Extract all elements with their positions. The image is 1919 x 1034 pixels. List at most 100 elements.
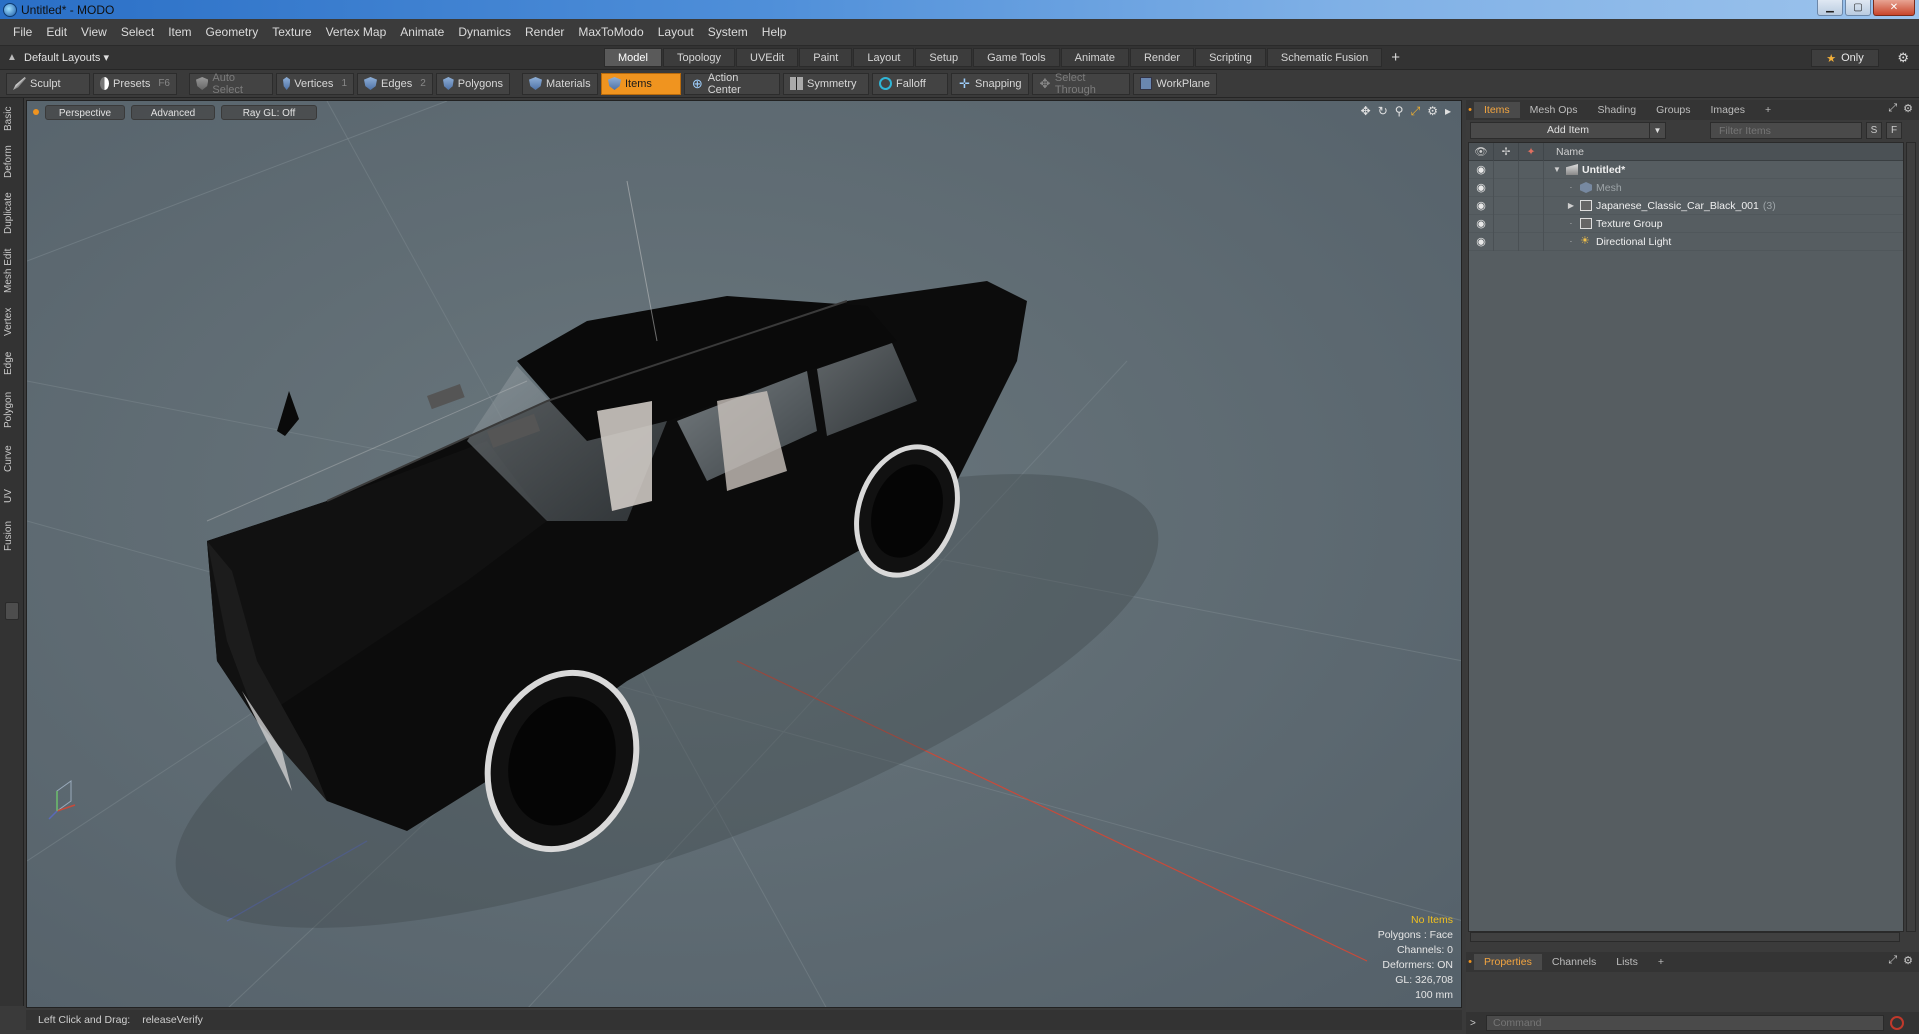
eye-icon[interactable]: ◉ bbox=[1469, 178, 1494, 197]
menu-render[interactable]: Render bbox=[518, 25, 571, 39]
collapse-arrow-icon[interactable]: ▼ bbox=[1552, 165, 1562, 174]
vtab-duplicate[interactable]: Duplicate bbox=[3, 188, 21, 238]
menu-layout[interactable]: Layout bbox=[651, 25, 701, 39]
auto-select-button[interactable]: Auto Select bbox=[189, 72, 273, 96]
item-row-light[interactable]: ◉ · ☀ Directional Light bbox=[1469, 232, 1903, 251]
tab-shading[interactable]: Shading bbox=[1588, 102, 1647, 118]
vtab-vertex[interactable]: Vertex bbox=[3, 304, 21, 340]
command-history-arrow-icon[interactable]: > bbox=[1470, 1018, 1480, 1029]
minimize-button[interactable]: ▁ bbox=[1817, 0, 1843, 16]
tab-properties[interactable]: Properties bbox=[1474, 954, 1542, 970]
menu-view[interactable]: View bbox=[74, 25, 114, 39]
name-column-header[interactable]: Name bbox=[1544, 146, 1584, 158]
tab-render[interactable]: Render bbox=[1129, 48, 1195, 67]
menu-help[interactable]: Help bbox=[755, 25, 794, 39]
item-list-horizontal-scrollbar[interactable] bbox=[1470, 932, 1900, 942]
left-tab-expand-handle[interactable] bbox=[5, 602, 19, 620]
vtab-polygon[interactable]: Polygon bbox=[3, 388, 21, 432]
tab-game-tools[interactable]: Game Tools bbox=[973, 48, 1060, 67]
menu-maxtomodo[interactable]: MaxToModo bbox=[571, 25, 650, 39]
properties-gear-icon[interactable]: ⚙ bbox=[1903, 954, 1913, 967]
f-filter-button[interactable]: F bbox=[1886, 122, 1902, 139]
tab-uvedit[interactable]: UVEdit bbox=[736, 48, 799, 67]
eye-icon[interactable]: ◉ bbox=[1469, 196, 1494, 215]
maximize-button[interactable]: ▢ bbox=[1845, 0, 1871, 16]
vtab-deform[interactable]: Deform bbox=[3, 142, 21, 182]
viewport-arrow-icon[interactable]: ▸ bbox=[1445, 104, 1451, 119]
expand-panel-icon[interactable]: ⤢ bbox=[1888, 102, 1897, 115]
menu-select[interactable]: Select bbox=[114, 25, 161, 39]
sculpt-button[interactable]: Sculpt bbox=[6, 72, 90, 95]
menu-system[interactable]: System bbox=[701, 25, 755, 39]
workplane-button[interactable]: WorkPlane bbox=[1133, 72, 1217, 95]
view-mode-button[interactable]: Perspective bbox=[45, 104, 125, 120]
vertices-button[interactable]: Vertices 1 bbox=[276, 72, 354, 95]
tab-images[interactable]: Images bbox=[1701, 102, 1755, 118]
symmetry-button[interactable]: Symmetry bbox=[783, 72, 869, 95]
zoom-icon[interactable]: ⚲ bbox=[1395, 104, 1404, 119]
presets-button[interactable]: Presets F6 bbox=[93, 72, 177, 95]
layout-selector[interactable]: Default Layouts ▾ bbox=[24, 51, 109, 64]
rotate-icon[interactable]: ↻ bbox=[1378, 104, 1388, 119]
menu-vertex-map[interactable]: Vertex Map bbox=[319, 25, 394, 39]
eye-icon[interactable]: ◉ bbox=[1469, 214, 1494, 233]
vtab-fusion[interactable]: Fusion bbox=[3, 516, 21, 556]
only-toggle-button[interactable]: ★ Only bbox=[1811, 49, 1879, 67]
item-list-vertical-scrollbar[interactable] bbox=[1906, 142, 1916, 932]
tab-channels[interactable]: Channels bbox=[1542, 954, 1606, 970]
lock-column-icon[interactable]: ✢ bbox=[1494, 142, 1519, 161]
tab-groups[interactable]: Groups bbox=[1646, 102, 1700, 118]
eye-icon[interactable]: ◉ bbox=[1469, 160, 1494, 179]
close-button[interactable]: ✕ bbox=[1873, 0, 1915, 16]
item-row-car[interactable]: ◉ ▶ Japanese_Classic_Car_Black_001 (3) bbox=[1469, 196, 1903, 215]
item-row-mesh[interactable]: ◉ · Mesh bbox=[1469, 178, 1903, 197]
select-through-button[interactable]: ✥ Select Through bbox=[1032, 72, 1130, 96]
menu-item[interactable]: Item bbox=[161, 25, 198, 39]
items-panel-gear-icon[interactable]: ⚙ bbox=[1903, 102, 1913, 115]
vtab-uv[interactable]: UV bbox=[3, 486, 21, 506]
tab-schematic-fusion[interactable]: Schematic Fusion bbox=[1266, 48, 1383, 67]
fit-icon[interactable]: ⤢ bbox=[1411, 104, 1421, 119]
eye-icon[interactable]: ◉ bbox=[1469, 232, 1494, 251]
command-input[interactable] bbox=[1486, 1015, 1884, 1031]
menu-animate[interactable]: Animate bbox=[393, 25, 451, 39]
layout-gear-icon[interactable]: ⚙ bbox=[1897, 50, 1909, 66]
visibility-column-eye-icon[interactable]: 👁 bbox=[1469, 142, 1494, 161]
menu-geometry[interactable]: Geometry bbox=[199, 25, 266, 39]
tab-items[interactable]: Items bbox=[1474, 102, 1520, 118]
tab-paint[interactable]: Paint bbox=[799, 48, 853, 67]
item-row-scene[interactable]: ◉ ▼ Untitled* bbox=[1469, 160, 1903, 179]
tab-layout[interactable]: Layout bbox=[853, 48, 915, 67]
chevron-down-icon[interactable]: ▼ bbox=[1649, 123, 1665, 138]
layout-up-icon[interactable]: ▲ bbox=[0, 52, 24, 63]
edges-button[interactable]: Edges 2 bbox=[357, 72, 433, 95]
add-panel-tab-plus-icon[interactable]: + bbox=[1755, 102, 1781, 118]
tab-lists[interactable]: Lists bbox=[1606, 954, 1648, 970]
tab-setup[interactable]: Setup bbox=[915, 48, 973, 67]
filter-items-input[interactable] bbox=[1710, 122, 1862, 139]
action-center-button[interactable]: ⊕ Action Center bbox=[684, 72, 780, 96]
add-tab-plus-icon[interactable]: + bbox=[1383, 48, 1408, 67]
pan-icon[interactable]: ✥ bbox=[1361, 104, 1371, 119]
properties-menu-dot[interactable]: • bbox=[1466, 956, 1474, 968]
render-column-icon[interactable]: ✦ bbox=[1519, 142, 1544, 161]
items-button[interactable]: Items bbox=[601, 72, 681, 95]
menu-texture[interactable]: Texture bbox=[265, 25, 318, 39]
tab-topology[interactable]: Topology bbox=[662, 48, 736, 67]
expand-properties-icon[interactable]: ⤢ bbox=[1888, 954, 1897, 967]
3d-viewport[interactable]: Perspective Advanced Ray GL: Off ✥ ↻ ⚲ ⤢… bbox=[26, 100, 1462, 1008]
stop-command-icon[interactable] bbox=[1890, 1016, 1904, 1030]
vtab-curve[interactable]: Curve bbox=[3, 442, 21, 476]
menu-dynamics[interactable]: Dynamics bbox=[451, 25, 518, 39]
tab-animate[interactable]: Animate bbox=[1060, 48, 1129, 67]
menu-edit[interactable]: Edit bbox=[39, 25, 74, 39]
vtab-edge[interactable]: Edge bbox=[3, 348, 21, 378]
expand-arrow-icon[interactable]: ▶ bbox=[1566, 201, 1576, 210]
add-item-button[interactable]: Add Item ▼ bbox=[1470, 122, 1666, 139]
s-filter-button[interactable]: S bbox=[1866, 122, 1882, 139]
tab-model[interactable]: Model bbox=[604, 48, 662, 67]
falloff-button[interactable]: Falloff bbox=[872, 72, 948, 95]
viewport-gear-icon[interactable]: ⚙ bbox=[1427, 104, 1438, 119]
viewport-menu-dot[interactable] bbox=[33, 109, 39, 115]
item-row-texture-group[interactable]: ◉ · Texture Group bbox=[1469, 214, 1903, 233]
